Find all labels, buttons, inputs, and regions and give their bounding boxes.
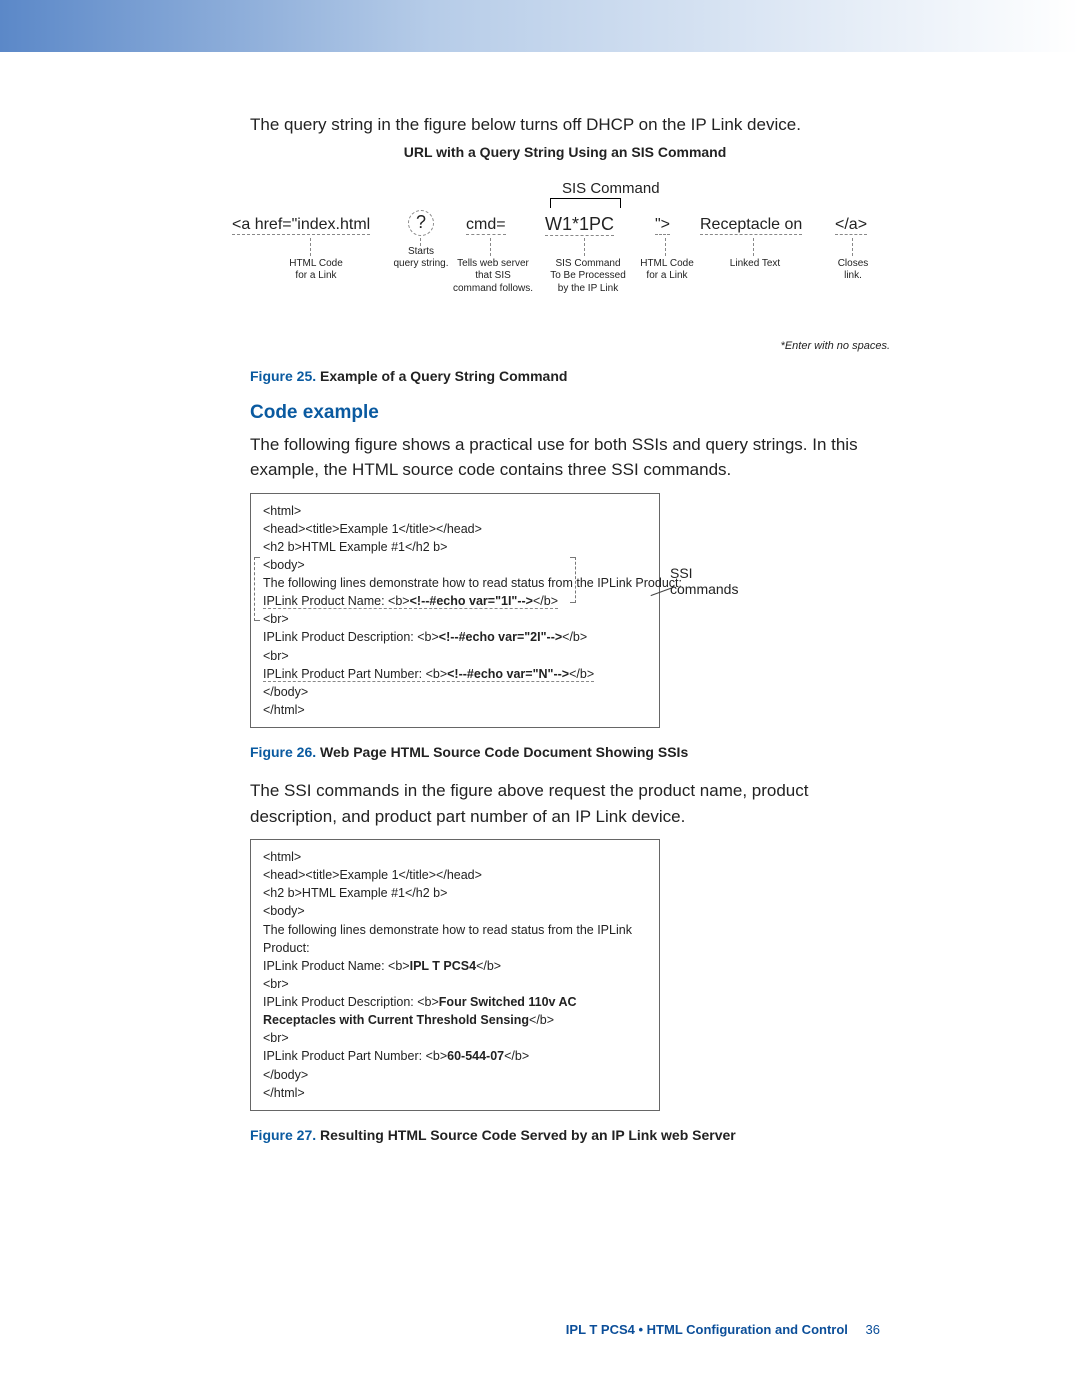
cmd-seg-ahref: <a href="index.html <box>232 216 370 235</box>
footer-doc-title: IPL T PCS4 • HTML Configuration and Cont… <box>566 1322 848 1337</box>
conn-2 <box>420 238 421 246</box>
bracket-top <box>550 198 620 208</box>
figure-27-caption: Figure 27. Resulting HTML Source Code Se… <box>250 1127 880 1143</box>
code-block-26: <html><head><title>Example 1</title></he… <box>250 493 660 729</box>
conn-6 <box>753 238 754 256</box>
cmd-seg-sis: W1*1PC <box>545 214 614 236</box>
cmd-seg-cmdeq: cmd= <box>466 216 506 235</box>
figure-26-caption: Figure 26. Web Page HTML Source Code Doc… <box>250 744 880 760</box>
code-example-para: The following figure shows a practical u… <box>250 432 880 483</box>
figure-27-title: Resulting HTML Source Code Served by an … <box>320 1127 736 1143</box>
code-example-heading: Code example <box>250 402 880 424</box>
page: The query string in the figure below tur… <box>0 0 1080 1397</box>
ssi-bracket-left <box>254 557 260 621</box>
desc-6: Linked Text <box>720 258 790 271</box>
desc-1: HTML Codefor a Link <box>276 258 356 283</box>
diagram-title: URL with a Query String Using an SIS Com… <box>250 144 880 160</box>
content-area: The query string in the figure below tur… <box>0 52 1080 1143</box>
figure-26-title: Web Page HTML Source Code Document Showi… <box>320 744 688 760</box>
figure-25-number: Figure 25. <box>250 368 316 384</box>
code-block-27: <html><head><title>Example 1</title></he… <box>250 839 660 1111</box>
page-footer: IPL T PCS4 • HTML Configuration and Cont… <box>566 1322 880 1337</box>
ssi-bracket-right <box>570 557 576 603</box>
figure-25-title: Example of a Query String Command <box>320 368 567 384</box>
bracket-right-tick <box>620 198 621 208</box>
desc-2: Startsquery string. <box>390 246 452 271</box>
footnote: *Enter with no spaces. <box>250 340 890 352</box>
figure-25-caption: Figure 25. Example of a Query String Com… <box>250 368 880 384</box>
mid-para: The SSI commands in the figure above req… <box>250 778 880 829</box>
bracket-left-tick <box>550 198 551 208</box>
sis-command-top-label: SIS Command <box>562 180 660 197</box>
header-bar <box>0 0 1080 52</box>
desc-5: HTML Codefor a Link <box>636 258 698 283</box>
intro-text: The query string in the figure below tur… <box>250 112 880 138</box>
conn-4 <box>584 238 585 256</box>
cmd-seg-linktext: Receptacle on <box>700 216 802 235</box>
conn-5 <box>665 238 666 256</box>
conn-7 <box>852 238 853 256</box>
code-block-27-wrap: <html><head><title>Example 1</title></he… <box>250 839 660 1111</box>
query-string-diagram: SIS Command <a href="index.html ? cmd= W… <box>240 180 880 330</box>
desc-7: Closeslink. <box>830 258 876 283</box>
cmd-seg-q: ? <box>408 210 434 236</box>
figure-27-number: Figure 27. <box>250 1127 316 1143</box>
cmd-seg-close-a: </a> <box>835 216 867 235</box>
conn-1 <box>310 238 311 256</box>
desc-3: Tells web serverthat SIScommand follows. <box>448 258 538 296</box>
conn-3 <box>490 238 491 256</box>
code-block-26-wrap: <html><head><title>Example 1</title></he… <box>250 493 660 729</box>
figure-26-number: Figure 26. <box>250 744 316 760</box>
cmd-seg-close-quote: "> <box>655 216 670 235</box>
footer-page-number: 36 <box>866 1322 880 1337</box>
ssi-commands-label: SSIcommands <box>670 565 738 597</box>
desc-4: SIS CommandTo Be Processedby the IP Link <box>544 258 632 296</box>
